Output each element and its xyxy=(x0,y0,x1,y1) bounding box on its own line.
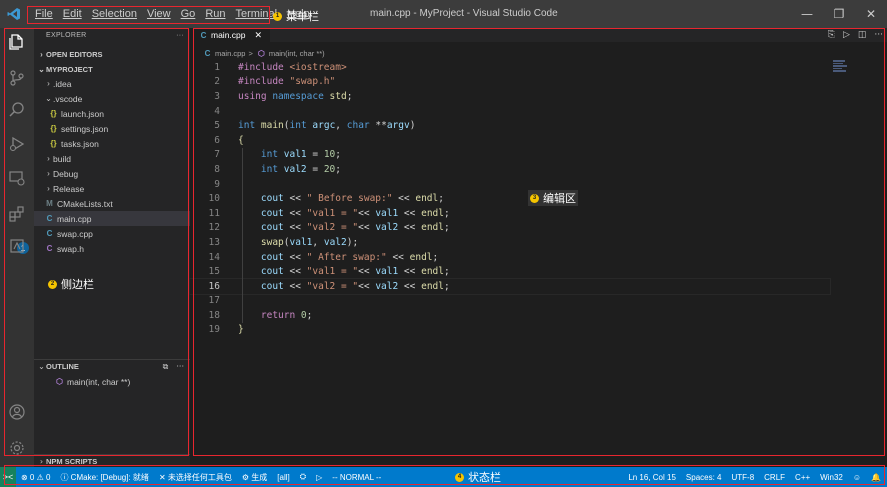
window-controls: — ❐ ✕ xyxy=(791,0,887,28)
annotation-text: 编辑区 xyxy=(543,192,576,205)
menu-annotation-label: 1 菜单栏 xyxy=(273,8,319,24)
minimize-button[interactable]: — xyxy=(791,0,823,28)
vscode-logo-icon xyxy=(0,0,28,28)
annotation-number: 1 xyxy=(273,11,282,21)
status-annotation-box xyxy=(4,465,885,485)
annotation-text: 侧边栏 xyxy=(61,278,94,291)
editor-annotation-label: 3 编辑区 xyxy=(528,190,578,206)
window-title: main.cpp - MyProject - Visual Studio Cod… xyxy=(370,8,558,19)
menu-annotation-box xyxy=(27,6,270,24)
annotation-number: 2 xyxy=(48,279,57,289)
annotation-number: 3 xyxy=(530,193,539,203)
annotation-text: 菜单栏 xyxy=(286,10,319,23)
sidebar-annotation-label: 2 侧边栏 xyxy=(48,276,94,292)
editor-annotation-box xyxy=(193,28,885,456)
sidebar-annotation-box xyxy=(4,28,189,456)
close-button[interactable]: ✕ xyxy=(855,0,887,28)
maximize-button[interactable]: ❐ xyxy=(823,0,855,28)
annotation-number: 4 xyxy=(455,472,464,482)
annotation-text: 状态栏 xyxy=(468,471,501,484)
status-annotation-label: 4 状态栏 xyxy=(455,469,501,485)
